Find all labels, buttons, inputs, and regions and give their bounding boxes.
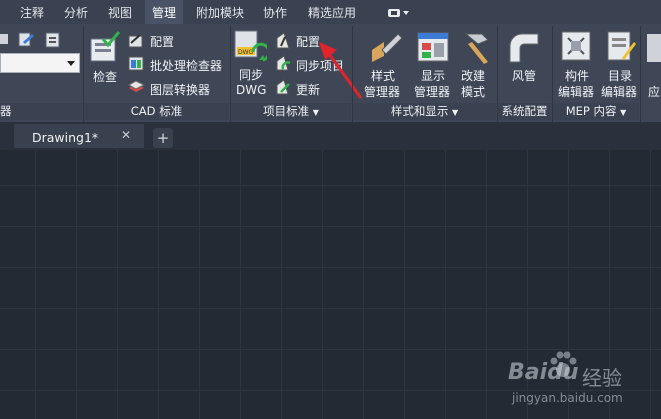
modify-style-label-1[interactable]: 改建 xyxy=(461,67,485,84)
panel-footer-mep-content[interactable]: MEP 内容 ▼ xyxy=(553,103,639,120)
duct-label[interactable]: 风管 xyxy=(512,67,536,84)
chevron-down-icon: ▼ xyxy=(312,108,319,117)
tab-collaborate[interactable]: 协作 xyxy=(263,0,287,24)
standards-dropdown[interactable] xyxy=(0,53,80,73)
update-icon[interactable] xyxy=(275,79,292,96)
catalog-editor-label-2[interactable]: 编辑器 xyxy=(601,83,637,100)
sync-dwg-label-2[interactable]: DWG xyxy=(236,83,266,97)
ribbon-tab-bar: 注释 分析 视图 管理 附加模块 协作 精选应用 xyxy=(0,0,661,24)
ribbon-options-icon[interactable] xyxy=(387,7,411,19)
display-manager-label-2[interactable]: 管理器 xyxy=(414,83,450,100)
doc-edit-icon[interactable] xyxy=(18,32,36,48)
batch-checker-label[interactable]: 批处理检查器 xyxy=(150,57,222,74)
partial-tool-icon[interactable] xyxy=(645,32,661,66)
config-label[interactable]: 配置 xyxy=(150,33,174,50)
close-icon[interactable]: ✕ xyxy=(121,128,131,142)
panel-divider xyxy=(640,26,641,122)
check-label[interactable]: 检查 xyxy=(93,68,117,85)
tab-annotate[interactable]: 注释 xyxy=(20,0,44,24)
check-standards-icon[interactable] xyxy=(89,31,121,65)
chevron-down-icon: ▼ xyxy=(620,108,627,117)
style-manager-label-2[interactable]: 管理器 xyxy=(364,83,400,100)
tab-featured-apps[interactable]: 精选应用 xyxy=(308,0,356,24)
part-editor-label-2[interactable]: 编辑器 xyxy=(558,83,594,100)
partial-tool-label[interactable]: 应 xyxy=(648,83,660,100)
doc-list-icon[interactable] xyxy=(45,32,63,48)
part-editor-label-1[interactable]: 构件 xyxy=(565,67,589,84)
partial-icon xyxy=(0,34,8,44)
chevron-down-icon xyxy=(67,61,75,66)
style-manager-label-1[interactable]: 样式 xyxy=(371,67,395,84)
project-config-icon[interactable] xyxy=(275,32,291,50)
style-manager-icon[interactable] xyxy=(368,30,404,66)
catalog-editor-icon[interactable] xyxy=(604,30,638,64)
panel-footer-project-standard[interactable]: 项目标准 ▼ xyxy=(231,103,351,120)
tab-addins[interactable]: 附加模块 xyxy=(196,0,244,24)
display-manager-label-1[interactable]: 显示 xyxy=(421,67,445,84)
hammer-icon[interactable] xyxy=(458,30,494,66)
display-manager-icon[interactable] xyxy=(416,31,452,65)
config-icon[interactable] xyxy=(128,33,144,49)
tab-view[interactable]: 视图 xyxy=(108,0,132,24)
svg-text:DWG: DWG xyxy=(238,49,254,56)
part-editor-icon[interactable] xyxy=(560,30,594,64)
panel-footer-left: 器 xyxy=(0,103,82,120)
add-tab-button[interactable]: + xyxy=(153,128,173,148)
sync-dwg-label-1[interactable]: 同步 xyxy=(239,66,263,83)
panel-footer-system-config: 系统配置 xyxy=(498,103,551,120)
panel-footer-style-display[interactable]: 样式和显示 ▼ xyxy=(353,103,496,120)
duct-icon[interactable] xyxy=(506,30,542,64)
catalog-editor-label-1[interactable]: 目录 xyxy=(608,67,632,84)
layer-translator-label[interactable]: 图层转换器 xyxy=(150,81,210,98)
chevron-down-icon: ▼ xyxy=(452,108,459,117)
sync-project-icon[interactable] xyxy=(275,55,292,72)
tab-manage[interactable]: 管理 xyxy=(145,0,184,24)
watermark-url: jingyan.baidu.com xyxy=(512,391,623,405)
batch-checker-icon[interactable] xyxy=(128,55,145,72)
tab-analyze[interactable]: 分析 xyxy=(64,0,88,24)
layer-translator-icon[interactable] xyxy=(128,79,145,95)
sync-dwg-icon[interactable]: DWG xyxy=(233,30,267,66)
annotation-arrow-icon xyxy=(319,42,363,99)
panel-footer-cad-standard: CAD 标准 xyxy=(84,103,229,120)
watermark-brand: Baidu xyxy=(508,360,579,385)
modify-style-label-2[interactable]: 模式 xyxy=(461,83,485,100)
doc-tab-title[interactable]: Drawing1* xyxy=(32,130,98,145)
watermark-sub: 经验 xyxy=(582,366,622,390)
